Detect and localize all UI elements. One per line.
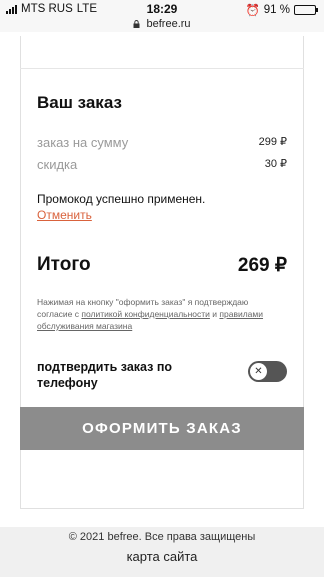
copyright-text: © 2021 befree. Все права защищены [68, 531, 256, 543]
cancel-promo-link[interactable]: Отменить [37, 208, 92, 222]
order-title: Ваш заказ [37, 93, 122, 112]
toggle-knob: ✕ [250, 363, 267, 380]
divider [20, 68, 304, 69]
discount-value: 30 ₽ [264, 158, 287, 170]
discount-row: скидка 30 ₽ [37, 157, 287, 172]
subtotal-label: заказ на сумму [37, 135, 129, 150]
discount-label: скидка [37, 157, 78, 172]
legal-notice: Нажимая на кнопку "оформить заказ" я под… [37, 296, 277, 332]
checkout-button[interactable]: ОФОРМИТЬ ЗАКАЗ [20, 407, 304, 450]
promo-message: Промокод успешно применен. [37, 192, 206, 206]
confirm-phone-toggle[interactable]: ✕ [248, 361, 287, 382]
battery-icon [294, 5, 318, 15]
status-bar: MTS RUS LTE 18:29 ⏰ 91 % [0, 0, 324, 18]
close-icon: ✕ [254, 366, 263, 377]
sitemap-link[interactable]: карта сайта [0, 549, 324, 564]
status-right: ⏰ 91 % [245, 3, 318, 17]
privacy-policy-link[interactable]: политикой конфиденциальности [81, 309, 210, 319]
footer: © 2021 befree. Все права защищены карта … [0, 527, 324, 577]
legal-text-middle: и [209, 309, 220, 319]
total-label: Итого [37, 254, 91, 275]
total-value: 269 ₽ [237, 255, 287, 276]
subtotal-value: 299 ₽ [258, 136, 287, 148]
total-row: Итого 269 ₽ [37, 254, 287, 276]
confirm-phone-label: подтвердить заказ по телефону [37, 360, 173, 390]
lock-icon [133, 20, 140, 29]
alarm-icon: ⏰ [245, 5, 260, 17]
address-bar[interactable]: befree.ru [0, 18, 324, 32]
battery-percent: 91 % [263, 4, 290, 16]
subtotal-row: заказ на сумму 299 ₽ [37, 135, 287, 150]
url-text: befree.ru [146, 18, 191, 31]
